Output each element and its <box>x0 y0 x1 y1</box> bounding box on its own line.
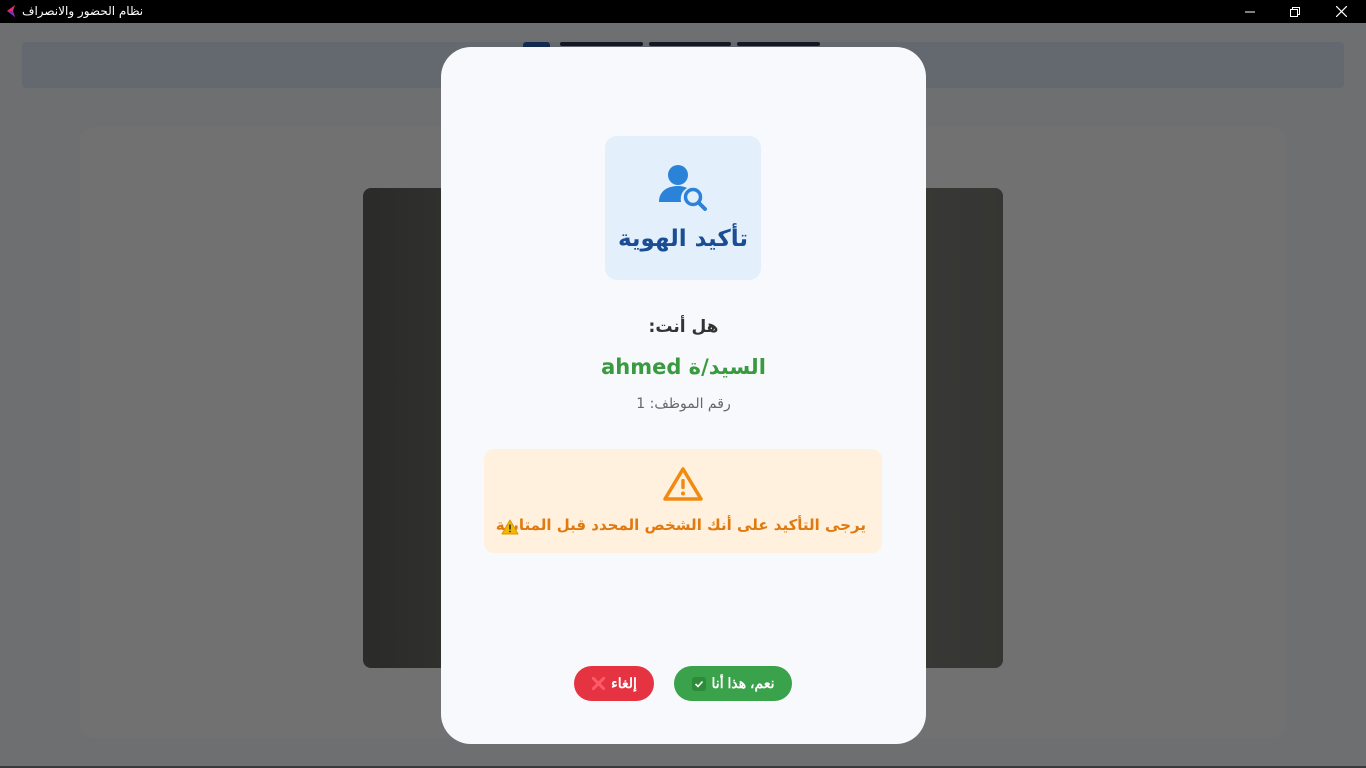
confirm-button-label: نعم، هذا أنا <box>711 675 775 691</box>
warning-emoji-icon <box>501 519 519 535</box>
restore-icon <box>1290 6 1300 17</box>
window-title: نظام الحضور والانصراف <box>22 4 144 18</box>
close-icon <box>1335 6 1347 17</box>
x-icon <box>591 677 605 691</box>
restore-button[interactable] <box>1272 0 1318 23</box>
app-logo-icon <box>7 5 15 17</box>
warning-triangle-icon <box>663 467 703 501</box>
identity-confirmation-dialog: تأكيد الهوية هل أنت: السيد/ة ahmed رقم ا… <box>441 47 926 744</box>
dialog-title: تأكيد الهوية <box>617 226 749 252</box>
close-button[interactable] <box>1318 0 1364 23</box>
minimize-icon <box>1245 11 1255 12</box>
check-icon <box>691 676 706 691</box>
cancel-button[interactable]: إلغاء <box>574 666 654 701</box>
confirm-button[interactable]: نعم، هذا أنا <box>674 666 792 701</box>
employee-id: رقم الموظف: 1 <box>636 396 731 412</box>
warning-text: يرجى التأكيد على أنك الشخص المحدد قبل ال… <box>495 516 866 534</box>
person-name: السيد/ة ahmed <box>601 355 766 379</box>
warning-box: يرجى التأكيد على أنك الشخص المحدد قبل ال… <box>484 449 882 553</box>
minimize-button[interactable] <box>1227 0 1273 23</box>
dialog-header: تأكيد الهوية <box>605 136 761 280</box>
user-search-icon <box>659 165 707 211</box>
cancel-button-label: إلغاء <box>611 675 637 691</box>
window-titlebar: نظام الحضور والانصراف <box>0 0 1366 23</box>
question-text: هل أنت: <box>648 317 719 337</box>
